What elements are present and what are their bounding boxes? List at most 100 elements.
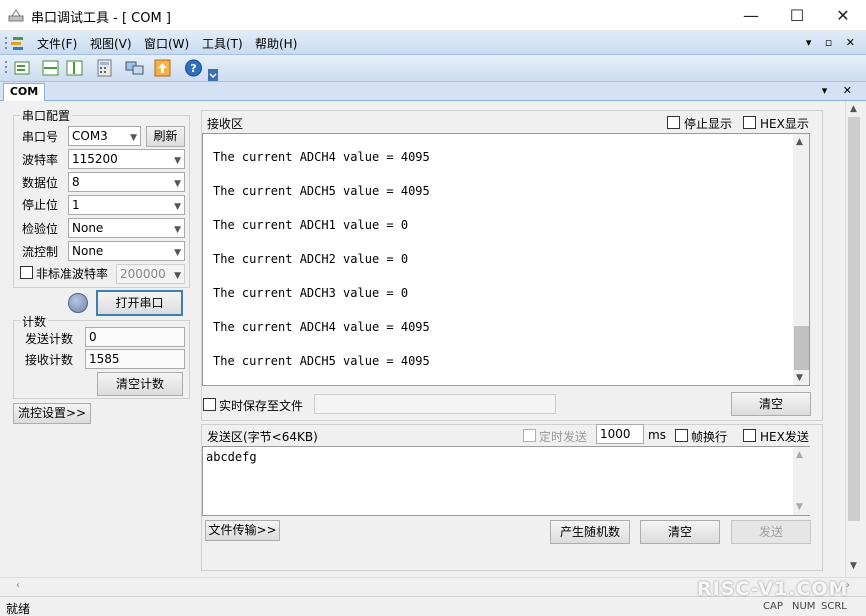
port-value: COM3 <box>72 129 108 143</box>
refresh-button[interactable]: 刷新 <box>146 126 185 147</box>
calculator-icon[interactable] <box>94 58 115 78</box>
nonstd-baud-checkbox[interactable] <box>20 266 33 279</box>
timed-send-checkbox[interactable] <box>523 429 536 442</box>
network-icon[interactable] <box>124 58 145 78</box>
upload-icon[interactable] <box>152 58 173 78</box>
toolbar: ? <box>0 55 866 82</box>
stop-display-checkbox[interactable] <box>667 116 680 129</box>
scroll-down-icon[interactable]: ▼ <box>796 502 803 512</box>
random-data-button[interactable]: 产生随机数 <box>550 520 630 544</box>
split-horizontal-icon[interactable] <box>40 58 61 78</box>
toolbar-overflow-icon[interactable] <box>208 69 218 81</box>
receive-line: The current ADCH2 value = 0 <box>213 252 409 266</box>
window-title: 串口调试工具 - [ COM ] <box>31 11 171 26</box>
app-icon <box>8 9 24 22</box>
databits-value: 8 <box>72 175 80 189</box>
help-icon[interactable]: ? <box>183 58 204 78</box>
receive-line: The current ADCH5 value = 4095 <box>213 184 430 198</box>
scroll-up-icon[interactable]: ▲ <box>796 137 803 147</box>
receive-line: The current ADCH1 value = 0 <box>213 218 409 232</box>
minimize-button[interactable]: — <box>728 0 774 31</box>
parity-select[interactable]: None ▼ <box>68 218 185 238</box>
chevron-down-icon: ▼ <box>174 202 181 212</box>
receive-line: The current ADCH4 value = 4095 <box>213 150 430 164</box>
databits-label: 数据位 <box>22 176 59 190</box>
baud-value: 115200 <box>72 152 118 166</box>
menu-grip-icon <box>5 37 23 50</box>
menu-tools[interactable]: 工具(T) <box>202 35 243 52</box>
flow-settings-button[interactable]: 流控设置>> <box>13 403 91 424</box>
menu-view[interactable]: 视图(V) <box>90 35 132 52</box>
frame-newline-checkbox[interactable] <box>675 429 688 442</box>
open-port-button[interactable]: 打开串口 <box>96 290 183 316</box>
tab-controls[interactable]: ▾ ✕ <box>822 84 858 97</box>
hex-display-label: HEX显示 <box>760 117 809 131</box>
frame-newline-label: 帧换行 <box>691 430 728 444</box>
file-transfer-button[interactable]: 文件传输>> <box>205 520 280 541</box>
receive-scrollbar[interactable]: ▲ ▼ <box>793 134 809 385</box>
menu-bar: 文件(F) 视图(V) 窗口(W) 工具(T) 帮助(H) ▾ ▫ ✕ <box>0 31 866 55</box>
send-content: abcdefg <box>206 450 257 464</box>
scroll-up-icon[interactable]: ▲ <box>850 104 857 114</box>
receive-line: The current ADCH5 value = 4095 <box>213 354 430 368</box>
scroll-thumb[interactable] <box>848 117 860 521</box>
receive-text-area[interactable]: The current ADCH4 value = 4095 The curre… <box>202 133 810 386</box>
flow-label: 流控制 <box>22 245 59 259</box>
counter-title: 计数 <box>20 313 49 330</box>
new-connection-icon[interactable] <box>12 58 33 78</box>
receive-clear-button[interactable]: 清空 <box>731 392 811 416</box>
serial-config-title: 串口配置 <box>20 107 73 124</box>
flow-select[interactable]: None ▼ <box>68 241 185 261</box>
send-text-area[interactable]: abcdefg ▲ ▼ <box>202 446 810 516</box>
chevron-down-icon: ▼ <box>174 225 181 235</box>
menu-window[interactable]: 窗口(W) <box>144 35 189 52</box>
scroll-left-icon[interactable]: ‹ <box>16 580 20 591</box>
scroll-down-icon[interactable]: ▼ <box>796 373 803 383</box>
receive-title: 接收区 <box>207 117 244 131</box>
document-tab-strip: COM ▾ ✕ <box>0 82 866 101</box>
scroll-thumb[interactable] <box>794 326 809 370</box>
status-scrl: SCRL <box>821 601 847 612</box>
toolbar-grip-icon <box>5 61 7 73</box>
hex-send-checkbox[interactable] <box>743 429 756 442</box>
close-button[interactable]: ✕ <box>820 0 866 31</box>
databits-select[interactable]: 8 ▼ <box>68 172 185 192</box>
realtime-save-checkbox[interactable] <box>203 398 216 411</box>
send-clear-button[interactable]: 清空 <box>640 520 720 544</box>
maximize-button[interactable]: ☐ <box>774 0 820 31</box>
scroll-up-icon[interactable]: ▲ <box>796 450 803 460</box>
port-label: 串口号 <box>22 130 59 144</box>
title-bar: 串口调试工具 - [ COM ] — ☐ ✕ <box>0 0 866 31</box>
mdi-controls[interactable]: ▾ ▫ ✕ <box>806 36 860 49</box>
tab-com[interactable]: COM <box>3 83 45 101</box>
view-vertical-scrollbar[interactable]: ▲ ▼ <box>845 101 862 577</box>
clear-count-button[interactable]: 清空计数 <box>97 372 183 396</box>
status-cap: CAP <box>763 601 783 612</box>
status-ready: 就绪 <box>6 602 31 616</box>
menu-help[interactable]: 帮助(H) <box>255 35 297 52</box>
port-status-indicator <box>68 293 88 313</box>
chevron-down-icon: ▼ <box>174 271 181 281</box>
recv-count-label: 接收计数 <box>25 353 74 367</box>
stopbits-select[interactable]: 1 ▼ <box>68 195 185 215</box>
interval-input[interactable]: 1000 <box>596 424 644 444</box>
main-panel: 串口配置 串口号 COM3 ▼ 刷新 波特率 115200 ▼ 数据位 8 ▼ 停止位… <box>0 101 866 577</box>
send-title: 发送区(字节<64KB) <box>207 430 318 444</box>
stopbits-label: 停止位 <box>22 198 59 212</box>
chevron-down-icon: ▼ <box>174 248 181 258</box>
send-count-label: 发送计数 <box>25 332 74 346</box>
parity-value: None <box>72 221 104 235</box>
watermark: RISC-V1.COM <box>697 578 849 600</box>
save-file-path-field[interactable] <box>314 394 556 414</box>
send-button[interactable]: 发送 <box>731 520 811 544</box>
menu-file[interactable]: 文件(F) <box>37 35 77 52</box>
hex-display-checkbox[interactable] <box>743 116 756 129</box>
port-select[interactable]: COM3 ▼ <box>68 126 141 146</box>
baud-select[interactable]: 115200 ▼ <box>68 149 185 169</box>
nonstd-baud-select[interactable]: 200000 ▼ <box>116 264 185 284</box>
flow-value: None <box>72 244 104 258</box>
split-vertical-icon[interactable] <box>64 58 85 78</box>
stopbits-value: 1 <box>72 198 80 212</box>
send-scrollbar[interactable]: ▲ ▼ <box>793 447 810 515</box>
scroll-down-icon[interactable]: ▼ <box>850 561 857 571</box>
